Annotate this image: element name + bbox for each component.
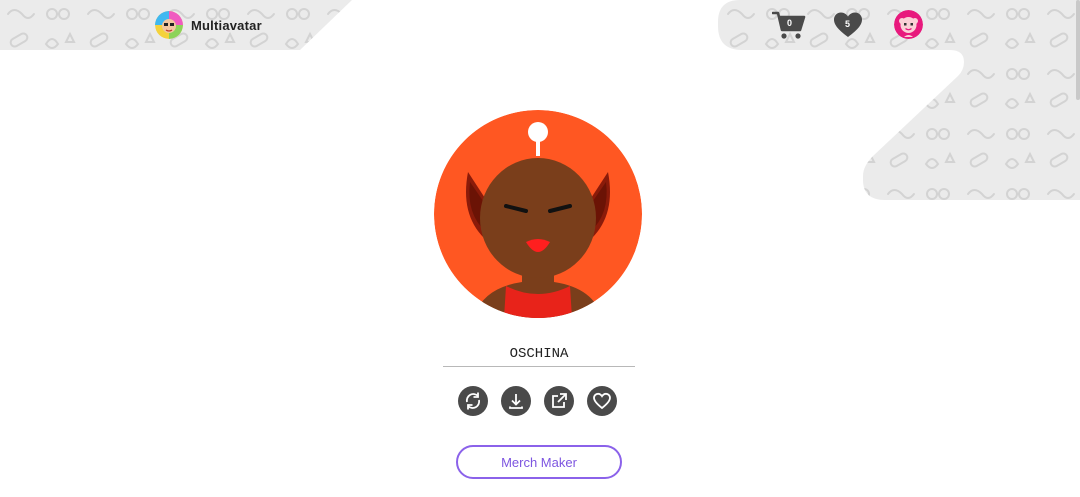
- avatar-name-input[interactable]: [443, 342, 635, 367]
- merch-maker-button[interactable]: Merch Maker: [456, 445, 622, 479]
- heart-outline-icon: [593, 392, 611, 410]
- scrollbar[interactable]: [1076, 0, 1080, 100]
- external-link-icon: [552, 393, 567, 408]
- cart-button[interactable]: 0: [771, 7, 807, 43]
- download-icon: [509, 394, 523, 409]
- avatar-image: [434, 110, 642, 318]
- profile-button[interactable]: [894, 10, 923, 39]
- brand[interactable]: Multiavatar: [155, 10, 262, 40]
- page: Multiavatar 0 5 OSCHINA Merch Maker: [0, 0, 1080, 497]
- share-button[interactable]: [544, 386, 574, 416]
- brand-name: Multiavatar: [191, 17, 262, 33]
- download-button[interactable]: [501, 386, 531, 416]
- avatar-actions: [458, 386, 617, 416]
- favorites-button[interactable]: 5: [830, 7, 866, 43]
- multiavatar-logo-icon: [155, 11, 183, 39]
- favorites-count: 5: [845, 19, 851, 29]
- refresh-button[interactable]: [458, 386, 488, 416]
- refresh-icon: [465, 392, 481, 410]
- profile-avatar-icon: [894, 10, 923, 39]
- favorite-button[interactable]: [587, 386, 617, 416]
- cart-count: 0: [787, 18, 793, 28]
